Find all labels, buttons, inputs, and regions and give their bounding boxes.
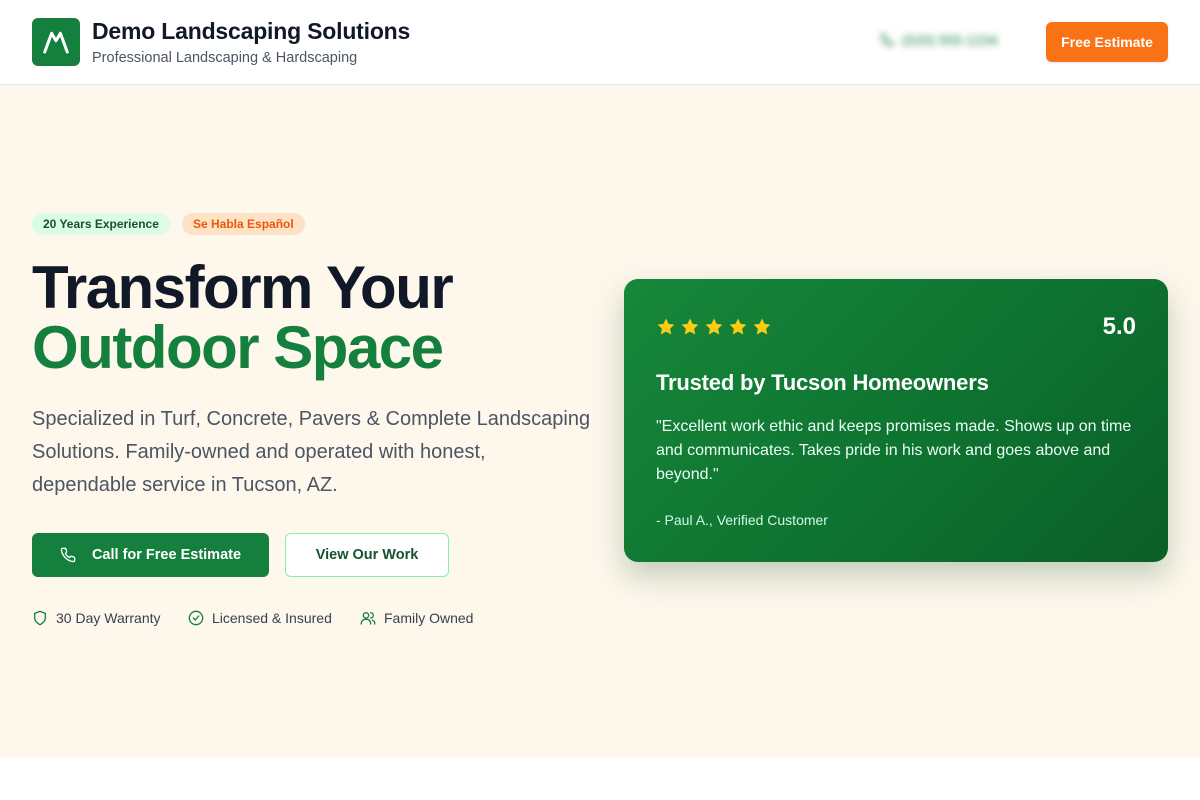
feature-family: Family Owned [360,610,473,626]
star-icon [657,318,675,335]
mountain-icon [43,31,69,54]
testimonial-author: - Paul A., Verified Customer [656,512,828,528]
testimonial-card: 5.0 Trusted by Tucson Homeowners "Excell… [624,279,1168,562]
star-rating [656,317,772,337]
feature-warranty: 30 Day Warranty [32,610,161,626]
shield-icon [34,610,46,626]
call-estimate-button[interactable]: Call for Free Estimate [32,533,269,577]
call-button-label: Call for Free Estimate [91,547,242,563]
testimonial-quote: "Excellent work ethic and keeps promises… [656,418,1132,483]
hero-description: Specialized in Turf, Concrete, Pavers & … [32,408,591,496]
experience-badge: 20 Years Experience [32,213,170,235]
rating-value: 5.0 [1102,313,1136,340]
brand-subtitle: Professional Landscaping & Hardscaping [92,50,358,66]
brand-title[interactable]: Demo Landscaping Solutions [92,18,410,45]
star-icon [729,318,747,335]
phone-number: (520) 555-1234 [902,32,998,48]
headline-line-2: Outdoor Space [32,314,444,381]
view-work-button[interactable]: View Our Work [285,533,449,577]
testimonial-title: Trusted by Tucson Homeowners [656,370,989,395]
hero-headline: Transform Your Outdoor Space [32,254,454,381]
logo[interactable] [32,18,80,66]
users-icon [360,612,376,625]
site-header: Demo Landscaping Solutions Professional … [0,0,1200,85]
phone-link[interactable]: (520) 555-1234 [880,32,998,48]
free-estimate-button[interactable]: Free Estimate [1046,22,1168,62]
phone-icon [880,33,894,47]
feature-label: 30 Day Warranty [56,610,161,626]
feature-licensed: Licensed & Insured [188,610,332,626]
star-icon [753,318,771,335]
headline-line-1: Transform Your [32,254,454,321]
check-circle-icon [188,610,204,626]
star-icon [705,318,723,335]
feature-label: Licensed & Insured [212,610,332,626]
feature-label: Family Owned [384,610,474,626]
spanish-badge: Se Habla Español [182,213,305,235]
star-icon [681,318,699,335]
phone-icon [60,547,76,563]
